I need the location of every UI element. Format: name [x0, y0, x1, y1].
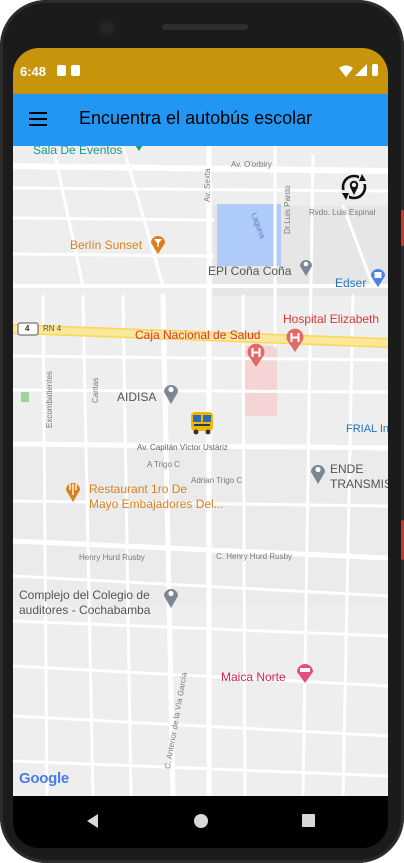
- street-label: Excombatientes: [45, 371, 54, 428]
- poi-label: Complejo del Colegio de: [19, 588, 150, 602]
- wifi-icon: [339, 65, 353, 77]
- street-label: Henry Hurd Rusby: [79, 553, 145, 562]
- poi-label: FRIAL In: [346, 423, 388, 435]
- street-label: A Trigo C: [147, 460, 180, 469]
- hamburger-menu-icon[interactable]: [25, 108, 51, 132]
- street-label: Adrian Trigo C: [191, 476, 243, 485]
- poi-label: Mayo Embajadores Del...: [89, 497, 224, 511]
- street-label: Av. Sexta: [203, 168, 212, 203]
- status-time: 6:48: [20, 64, 47, 79]
- poi-label: Berlín Sunset: [70, 238, 143, 252]
- hospital-marker-icon[interactable]: [246, 343, 266, 367]
- front-camera: [101, 22, 113, 34]
- street-label: C. Henry Hurd Rusby: [216, 552, 293, 561]
- notification-icon: [57, 65, 66, 76]
- recenter-location-icon[interactable]: [337, 170, 371, 204]
- navigation-bar: [13, 796, 388, 848]
- street-label: Av. O'orbiry: [231, 160, 272, 169]
- signal-icon: [355, 64, 367, 76]
- street-label: Dr.Luis Pardo: [283, 185, 292, 234]
- recents-icon[interactable]: [302, 814, 315, 827]
- restaurant-marker-icon[interactable]: [65, 480, 81, 502]
- poi-label: Hospital Elizabeth: [283, 312, 380, 326]
- poi-label: Edser: [335, 276, 367, 290]
- poi-label: Maica Norte: [221, 670, 286, 684]
- map-view[interactable]: Sala De Eventos Av. O'orbiry Av. Sexta L…: [13, 146, 388, 796]
- hotel-marker-icon[interactable]: [296, 661, 314, 683]
- sd-card-icon: [71, 65, 80, 76]
- poi-label: Restaurant 1ro De: [89, 482, 188, 496]
- home-icon[interactable]: [194, 814, 208, 828]
- speaker-grille: [162, 24, 248, 30]
- battery-icon: [372, 64, 378, 76]
- poi-label: ENDE: [330, 462, 364, 476]
- status-bar: 6:48: [13, 48, 388, 94]
- app-bar: Encuentra el autobús escolar: [13, 94, 388, 146]
- road-label: RN 4: [43, 324, 62, 333]
- shop-marker-icon[interactable]: [370, 267, 386, 287]
- screen: 6:48 Encuentra el autobús escolar Sala D…: [13, 48, 388, 848]
- poi-label: auditores - Cochabamba: [19, 603, 151, 617]
- poi-label: Caja Nacional de Salud: [135, 328, 261, 342]
- street-label: Av. Capitán Víctor Ustáriz: [137, 443, 228, 452]
- poi-label: EPI Coña Coña: [208, 264, 292, 278]
- app-title: Encuentra el autobús escolar: [79, 108, 313, 128]
- place-marker-icon[interactable]: [299, 258, 313, 276]
- poi-marker-icon[interactable]: [133, 146, 145, 152]
- place-marker-icon[interactable]: [163, 382, 179, 404]
- phone-frame: 6:48 Encuentra el autobús escolar Sala D…: [0, 0, 404, 863]
- school-bus-icon[interactable]: [188, 409, 216, 437]
- street-label: Cantas: [91, 377, 100, 403]
- place-marker-icon[interactable]: [163, 586, 179, 608]
- hospital-marker-icon[interactable]: [285, 328, 305, 352]
- street-label: Rvdo. Luis Espinal: [309, 208, 376, 217]
- place-marker-icon[interactable]: [310, 462, 326, 484]
- poi-label: TRANSMIS: [330, 477, 388, 491]
- back-icon[interactable]: [87, 814, 98, 828]
- poi-label: AIDISA: [117, 390, 157, 404]
- google-attribution: Google: [19, 770, 69, 787]
- laguna-water: [217, 204, 281, 266]
- poi-label: Sala De Eventos: [33, 146, 123, 157]
- bar-marker-icon[interactable]: [150, 234, 166, 254]
- route-number: 4: [25, 324, 30, 333]
